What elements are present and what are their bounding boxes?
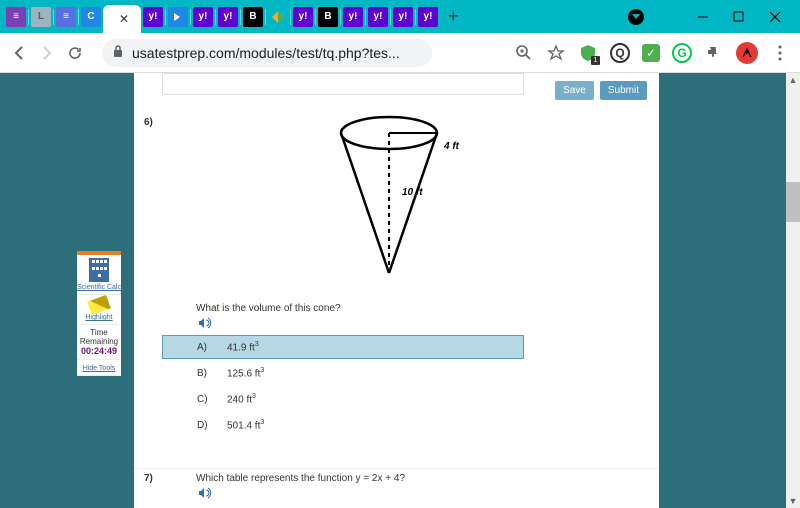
tab-favicon[interactable] bbox=[168, 7, 188, 27]
tab-strip: ≡ L ≡ C ✕ y! y! y! B y! B y! y! y! bbox=[0, 0, 459, 33]
tab-favicon[interactable]: y! bbox=[343, 7, 363, 27]
save-button[interactable]: Save bbox=[555, 81, 594, 100]
tab-favicon[interactable] bbox=[268, 7, 288, 27]
radius-label: 4 ft bbox=[444, 141, 459, 152]
chrome-menu-icon[interactable] bbox=[770, 43, 790, 63]
tab-favicon[interactable]: y! bbox=[368, 7, 388, 27]
close-window-button[interactable] bbox=[768, 10, 782, 24]
choice-c[interactable]: C) 240 ft3 bbox=[162, 387, 524, 411]
tab-favicon[interactable]: L bbox=[31, 7, 51, 27]
window-titlebar: ≡ L ≡ C ✕ y! y! y! B y! B y! y! y! bbox=[0, 0, 800, 33]
highlighter-icon bbox=[87, 295, 111, 315]
tab-favicon[interactable]: y! bbox=[143, 7, 163, 27]
question-7: 7) Which table represents the function y… bbox=[134, 468, 659, 473]
new-tab-button[interactable]: + bbox=[448, 6, 459, 27]
tab-favicon[interactable]: y! bbox=[393, 7, 413, 27]
submit-button[interactable]: Submit bbox=[600, 81, 647, 100]
maximize-button[interactable] bbox=[732, 10, 746, 24]
page-viewport: Scientific Calc Highlight Time Remaining… bbox=[0, 73, 800, 508]
lock-icon bbox=[112, 44, 124, 61]
profile-avatar[interactable] bbox=[736, 42, 758, 64]
hide-tools-link[interactable]: Hide Tools bbox=[77, 360, 121, 376]
answer-choices: A) 41.9 ft3 B) 125.6 ft3 C) 240 ft3 D) 5… bbox=[162, 335, 524, 439]
tab-favicon[interactable]: y! bbox=[193, 7, 213, 27]
window-controls bbox=[628, 0, 800, 33]
scroll-track[interactable] bbox=[786, 87, 800, 494]
choice-a[interactable]: A) 41.9 ft3 bbox=[162, 335, 524, 359]
tab-active[interactable]: ✕ bbox=[103, 5, 141, 33]
timer-value: 00:24:49 bbox=[77, 346, 121, 356]
tab-favicon[interactable]: y! bbox=[418, 7, 438, 27]
question-number: 6) bbox=[144, 117, 153, 128]
tab-favicon[interactable]: ≡ bbox=[56, 7, 76, 27]
scroll-thumb[interactable] bbox=[786, 182, 800, 222]
highlight-tool[interactable]: Highlight bbox=[77, 295, 121, 325]
extensions-puzzle-icon[interactable] bbox=[704, 43, 724, 63]
tab-favicon[interactable]: B bbox=[318, 7, 338, 27]
height-label: 10 ft bbox=[402, 187, 423, 198]
bookmark-star-icon[interactable] bbox=[546, 43, 566, 63]
calculator-icon bbox=[89, 258, 109, 282]
grammarly-icon[interactable]: G bbox=[672, 43, 692, 63]
tab-favicon[interactable]: y! bbox=[293, 7, 313, 27]
test-content: Save Submit 6) 4 ft 10 ft What is the vo… bbox=[134, 73, 659, 508]
previous-answer-box bbox=[162, 73, 524, 95]
tab-favicon[interactable]: C bbox=[81, 7, 101, 27]
scroll-down-arrow[interactable]: ▼ bbox=[786, 494, 800, 508]
question-number: 7) bbox=[144, 473, 153, 484]
minimize-button[interactable] bbox=[696, 10, 710, 24]
close-icon[interactable]: ✕ bbox=[119, 12, 129, 26]
scroll-up-arrow[interactable]: ▲ bbox=[786, 73, 800, 87]
choice-b[interactable]: B) 125.6 ft3 bbox=[162, 361, 524, 385]
tools-panel: Scientific Calc Highlight Time Remaining… bbox=[77, 251, 121, 376]
vertical-scrollbar[interactable]: ▲ ▼ bbox=[786, 73, 800, 508]
extension-q-icon[interactable]: Q bbox=[610, 43, 630, 63]
tab-favicon[interactable]: B bbox=[243, 7, 263, 27]
cone-diagram bbox=[334, 113, 444, 283]
back-button[interactable] bbox=[10, 44, 28, 62]
question-prompt: What is the volume of this cone? bbox=[196, 303, 341, 314]
forward-button[interactable] bbox=[38, 44, 56, 62]
url-text: usatestprep.com/modules/test/tq.php?tes.… bbox=[132, 45, 400, 61]
browser-toolbar: usatestprep.com/modules/test/tq.php?tes.… bbox=[0, 33, 800, 73]
question-prompt: Which table represents the function y = … bbox=[196, 473, 405, 484]
action-buttons: Save Submit bbox=[555, 81, 647, 100]
zoom-icon[interactable] bbox=[514, 43, 534, 63]
shield-extension-icon[interactable]: 1 bbox=[578, 43, 598, 63]
time-remaining: Time Remaining 00:24:49 bbox=[77, 325, 121, 360]
choice-d[interactable]: D) 501.4 ft3 bbox=[162, 413, 524, 437]
checkmark-extension-icon[interactable]: ✓ bbox=[642, 44, 660, 62]
tab-favicon[interactable]: y! bbox=[218, 7, 238, 27]
audio-icon[interactable] bbox=[198, 316, 212, 330]
tab-favicon[interactable]: ≡ bbox=[6, 7, 26, 27]
address-bar[interactable]: usatestprep.com/modules/test/tq.php?tes.… bbox=[102, 39, 432, 67]
calculator-tool[interactable]: Scientific Calc bbox=[77, 255, 121, 295]
reload-button[interactable] bbox=[66, 44, 84, 62]
downloads-icon[interactable] bbox=[628, 9, 644, 25]
audio-icon[interactable] bbox=[198, 486, 212, 500]
